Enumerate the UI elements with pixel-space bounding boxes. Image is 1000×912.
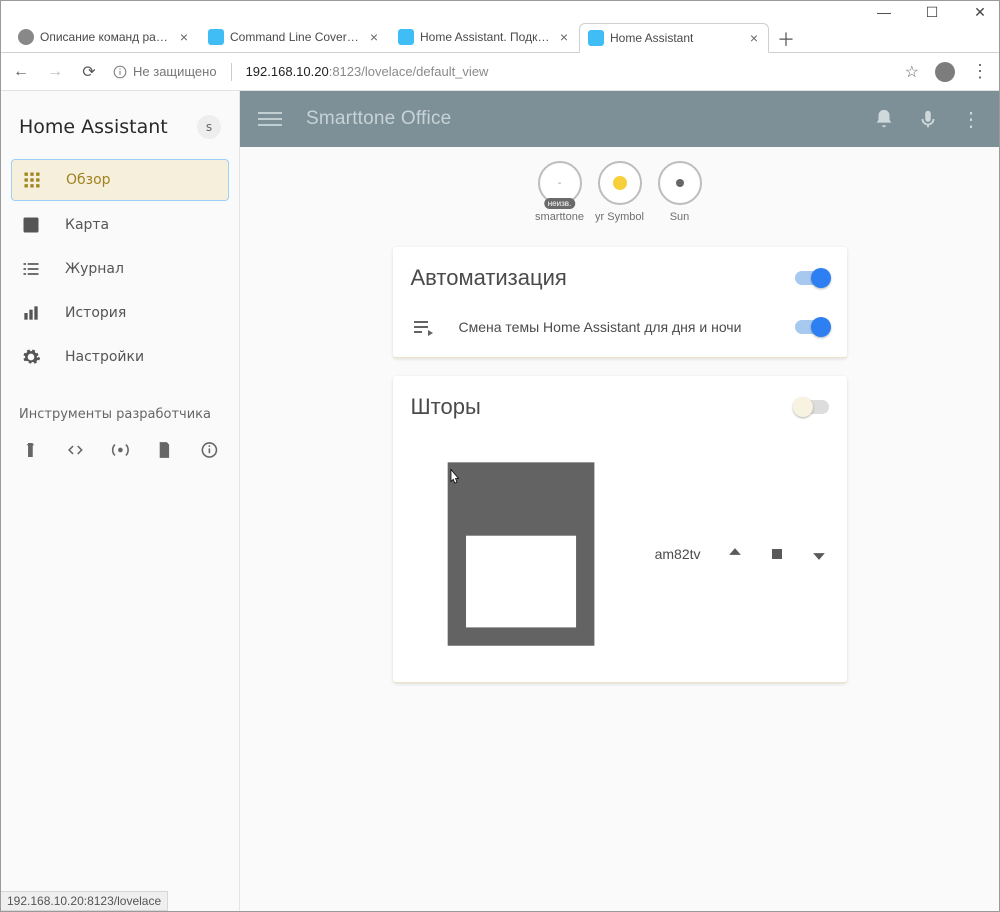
sidebar-item-overview[interactable]: Обзор	[11, 159, 229, 201]
page-title: Smarttone Office	[306, 108, 451, 130]
hamburger-menu-icon[interactable]	[258, 107, 282, 131]
browser-tab-active[interactable]: Home Assistant ×	[579, 23, 769, 53]
tab-close-icon[interactable]: ×	[178, 29, 190, 45]
site-info-button[interactable]: Не защищено	[113, 64, 217, 79]
app-title: Home Assistant	[19, 116, 168, 138]
url-host: 192.168.10.20	[246, 64, 329, 79]
badge-smarttone[interactable]: - неизв. smarttone	[535, 161, 585, 223]
automation-label: Смена темы Home Assistant для дня и ночи	[459, 319, 771, 335]
new-tab-button[interactable]: ＋	[773, 26, 799, 52]
nav-forward-button[interactable]: →	[45, 63, 65, 81]
badge-label: Sun	[670, 211, 690, 223]
sidebar-item-logbook[interactable]: Журнал	[11, 249, 229, 289]
badge-tag: неизв.	[544, 198, 575, 209]
sidebar-dev-section-label: Инструменты разработчика	[1, 381, 239, 430]
nav-back-button[interactable]: ←	[11, 63, 31, 81]
user-avatar[interactable]: s	[197, 115, 221, 139]
cover-label: am82tv	[655, 546, 701, 562]
badge-label: smarttone	[535, 211, 584, 223]
tab-close-icon[interactable]: ×	[748, 30, 760, 46]
browser-tab[interactable]: Command Line Cover - Hom ×	[199, 22, 389, 52]
topbar-menu-icon[interactable]: ⋮	[961, 107, 981, 132]
sidebar: Home Assistant s Обзор Карта Журнал Исто…	[1, 91, 240, 911]
file-code-icon[interactable]	[155, 440, 174, 460]
topbar: Smarttone Office ⋮	[240, 91, 999, 147]
cover-close-button[interactable]	[809, 544, 829, 564]
tab-close-icon[interactable]: ×	[368, 29, 380, 45]
sidebar-item-label: Обзор	[66, 172, 111, 188]
automation-toggle[interactable]	[795, 320, 829, 334]
microphone-icon[interactable]	[917, 108, 939, 130]
bell-icon[interactable]	[873, 108, 895, 130]
window-maximize-button[interactable]: ☐	[920, 4, 944, 21]
url-path: :8123/lovelace/default_view	[329, 64, 489, 79]
tab-label: Home Assistant. Подключе	[420, 30, 552, 44]
sun-dot-icon	[676, 179, 684, 187]
code-icon[interactable]	[66, 440, 85, 460]
window-shutter-icon	[411, 444, 631, 664]
bookmark-star-icon[interactable]: ☆	[905, 62, 919, 82]
sidebar-item-settings[interactable]: Настройки	[11, 337, 229, 377]
badge-yr-symbol[interactable]: yr Symbol	[595, 161, 645, 223]
browser-menu-icon[interactable]: ⋮	[971, 61, 989, 82]
status-bar: 192.168.10.20:8123/lovelace	[1, 891, 168, 911]
card-title: Автоматизация	[411, 265, 567, 291]
url-display[interactable]: 192.168.10.20:8123/lovelace/default_view	[246, 64, 489, 79]
remote-icon[interactable]	[21, 440, 40, 460]
sidebar-item-label: Карта	[65, 217, 109, 233]
ha-favicon-icon	[208, 29, 224, 45]
tab-label: Home Assistant	[610, 31, 742, 45]
gear-icon	[21, 347, 41, 367]
window-close-button[interactable]: ✕	[968, 4, 992, 21]
profile-avatar-icon[interactable]	[935, 62, 955, 82]
card-group-toggle[interactable]	[795, 271, 829, 285]
card-automation: Автоматизация Смена темы Home Assistant …	[393, 247, 847, 358]
ha-favicon-icon	[398, 29, 414, 45]
tab-label: Command Line Cover - Hom	[230, 30, 362, 44]
badge-inner: -	[558, 178, 561, 189]
weather-sunny-icon	[609, 172, 631, 194]
info-icon[interactable]	[200, 440, 219, 460]
not-secure-label: Не защищено	[133, 64, 217, 79]
globe-icon	[18, 29, 34, 45]
dev-tools-row	[1, 430, 239, 470]
cover-row[interactable]: am82tv	[393, 428, 847, 682]
window-minimize-button[interactable]: —	[872, 4, 896, 21]
radio-tower-icon[interactable]	[111, 440, 130, 460]
sidebar-item-history[interactable]: История	[11, 293, 229, 333]
badge-label: yr Symbol	[595, 211, 644, 223]
ha-favicon-icon	[588, 30, 604, 46]
sidebar-item-label: Настройки	[65, 349, 144, 365]
badge-row: - неизв. smarttone yr Symbol Sun	[240, 147, 999, 229]
browser-tab[interactable]: Описание команд радиом ×	[9, 22, 199, 52]
card-covers: Шторы am82tv	[393, 376, 847, 683]
tab-label: Описание команд радиом	[40, 30, 172, 44]
browser-tab[interactable]: Home Assistant. Подключе ×	[389, 22, 579, 52]
cover-open-button[interactable]	[725, 544, 745, 564]
separator	[231, 63, 232, 81]
list-icon	[21, 259, 41, 279]
badge-sun[interactable]: Sun	[655, 161, 705, 223]
tab-close-icon[interactable]: ×	[558, 29, 570, 45]
apps-grid-icon	[22, 170, 42, 190]
sidebar-item-label: Журнал	[65, 261, 124, 277]
nav-reload-button[interactable]: ⟳	[79, 62, 99, 82]
chart-bar-icon	[21, 303, 41, 323]
browser-addressbar: ← → ⟳ Не защищено 192.168.10.20:8123/lov…	[1, 53, 999, 91]
sidebar-item-map[interactable]: Карта	[11, 205, 229, 245]
automation-row[interactable]: Смена темы Home Assistant для дня и ночи	[393, 299, 847, 357]
info-icon	[113, 65, 127, 79]
card-group-toggle[interactable]	[795, 400, 829, 414]
card-title: Шторы	[411, 394, 481, 420]
playlist-icon	[411, 315, 435, 339]
cover-stop-button[interactable]	[767, 544, 787, 564]
account-box-icon	[21, 215, 41, 235]
sidebar-item-label: История	[65, 305, 126, 321]
browser-tabbar: Описание команд радиом × Command Line Co…	[1, 19, 999, 53]
